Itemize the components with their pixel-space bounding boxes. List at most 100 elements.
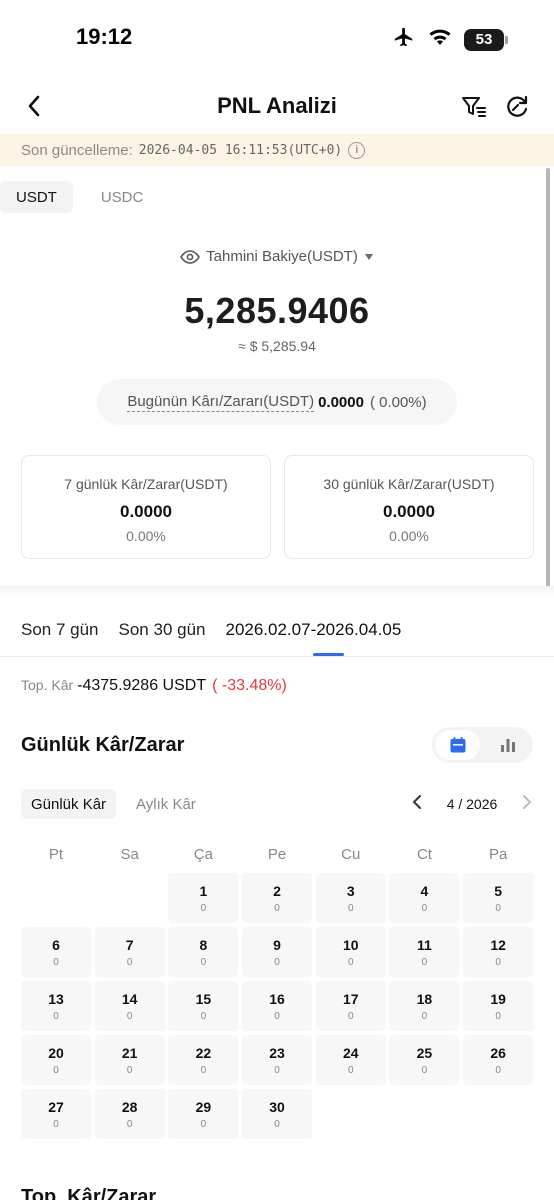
stat-pct: 0.00% — [126, 528, 166, 544]
chevron-left-icon — [412, 795, 421, 809]
day-number: 6 — [52, 937, 60, 953]
calendar-day[interactable]: 30 — [315, 873, 386, 923]
airplane-icon — [392, 26, 416, 53]
calendar-day[interactable]: 19 0 — [463, 981, 534, 1031]
day-number: 2 — [273, 883, 281, 899]
prev-month-button[interactable] — [412, 795, 422, 812]
today-pnl-value: 0.0000 — [318, 393, 364, 411]
total-label: Top. Kâr — [21, 677, 74, 693]
calendar-day[interactable]: 17 0 — [315, 981, 386, 1031]
today-pnl-label[interactable]: Bugünün Kârı/Zararı(USDT) — [127, 393, 315, 412]
calendar-day[interactable]: 60 — [21, 927, 91, 977]
calendar-view-button[interactable] — [435, 730, 480, 760]
calendar-day[interactable]: 90 — [242, 927, 313, 977]
chevron-right-icon — [522, 795, 532, 809]
day-pnl: 0 — [495, 1065, 501, 1076]
day-pnl: 0 — [347, 903, 354, 914]
calendar-day[interactable]: 40 — [389, 873, 460, 923]
daily-pnl-title: Günlük Kâr/Zarar — [21, 734, 185, 756]
tab-custom-range[interactable]: 2026.02.07-2026.04.05 — [225, 620, 401, 640]
calendar-day[interactable]: 80 — [168, 927, 239, 977]
day-pnl: 0 — [274, 1119, 280, 1130]
stat-value: 0.0000 — [120, 502, 172, 521]
weekday-label: Pe — [267, 846, 287, 863]
calendar-day[interactable]: 29 0 — [168, 1089, 239, 1139]
calendar-day[interactable]: 25 0 — [389, 1035, 460, 1085]
calendar-day[interactable]: 28 0 — [94, 1089, 165, 1139]
calendar-day[interactable]: 14 0 — [94, 981, 165, 1031]
calendar-day[interactable]: 26 0 — [463, 1035, 534, 1085]
day-number: 19 — [490, 991, 506, 1007]
calendar-day[interactable]: 10 — [168, 873, 239, 923]
day-number: 24 — [342, 1045, 359, 1061]
day-number: 30 — [269, 1099, 285, 1115]
calendar-day[interactable]: 10 0 — [315, 927, 386, 977]
filter-icon — [462, 97, 486, 117]
tab-last-7-days[interactable]: Son 7 gün — [21, 620, 99, 640]
status-time: 19:12 — [76, 24, 133, 49]
day-pnl: 0 — [200, 1065, 207, 1076]
calendar-day[interactable]: 23 0 — [242, 1035, 313, 1085]
day-pnl: 0 — [347, 1065, 354, 1076]
calendar-day[interactable]: 24 0 — [315, 1035, 386, 1085]
status-icons: 53 — [392, 26, 508, 53]
balance-label: Tahmini Bakiye(USDT) — [206, 248, 358, 265]
filter-button[interactable] — [460, 93, 488, 121]
wifi-icon — [428, 27, 452, 52]
day-pnl: 0 — [126, 1119, 133, 1130]
day-number: 16 — [269, 991, 285, 1007]
view-toggle — [432, 727, 533, 763]
day-pnl: 0 — [53, 1119, 59, 1130]
day-number: 3 — [346, 883, 355, 899]
day-pnl: 0 — [126, 1011, 133, 1022]
day-number: 25 — [416, 1045, 433, 1061]
calendar-day[interactable]: 50 — [463, 873, 534, 923]
chart-view-button[interactable] — [485, 730, 530, 760]
day-number: 11 — [417, 937, 432, 953]
day-number: 7 — [125, 937, 134, 953]
calendar-day[interactable]: 15 0 — [168, 981, 239, 1031]
weekday-label: Ça — [193, 846, 213, 863]
calendar-day[interactable]: 22 0 — [168, 1035, 239, 1085]
month-label: 4 / 2026 — [446, 795, 498, 812]
calendar-day[interactable]: 30 0 — [242, 1089, 313, 1139]
scrollbar[interactable] — [546, 168, 550, 588]
balance-label-row[interactable]: Tahmini Bakiye(USDT) — [0, 248, 554, 265]
battery-indicator: 53 — [464, 28, 508, 51]
calendar-day[interactable]: 27 0 — [21, 1089, 91, 1139]
tab-usdt[interactable]: USDT — [0, 181, 73, 213]
day-pnl: 0 — [126, 1065, 133, 1076]
calendar-day[interactable]: 13 0 — [21, 981, 91, 1031]
currency-tabs: USDT USDC — [0, 181, 159, 213]
nav-bar: PNL Analizi — [0, 80, 554, 134]
weekday-label: Pa — [488, 846, 508, 863]
calendar-day[interactable]: 18 0 — [389, 981, 460, 1031]
info-icon[interactable]: i — [348, 141, 366, 159]
tab-last-30-days[interactable]: Son 30 gün — [119, 620, 206, 640]
tab-monthly-profit[interactable]: Aylık Kâr — [126, 789, 206, 819]
calendar-day[interactable]: 11 0 — [389, 927, 460, 977]
day-number: 23 — [269, 1045, 285, 1061]
calendar-day[interactable]: 12 0 — [463, 927, 534, 977]
calendar-icon — [450, 737, 465, 753]
bar-chart-icon — [500, 739, 515, 752]
refresh-button[interactable] — [503, 93, 531, 121]
calendar-day[interactable]: 20 — [242, 873, 313, 923]
weekday-label: Ct — [416, 846, 432, 863]
calendar-day[interactable]: 16 0 — [242, 981, 313, 1031]
day-pnl: 0 — [495, 1011, 501, 1022]
today-pnl: Bugünün Kârı/Zararı(USDT) 0.0000 ( 0.00%… — [97, 379, 457, 425]
stat-title: 30 günlük Kâr/Zarar(USDT) — [323, 476, 495, 492]
next-month-button[interactable] — [522, 795, 532, 812]
calendar-day[interactable]: 21 0 — [94, 1035, 165, 1085]
day-pnl: 0 — [200, 1119, 207, 1130]
tab-usdc[interactable]: USDC — [85, 181, 160, 213]
tab-daily-profit[interactable]: Günlük Kâr — [21, 789, 117, 819]
calendar-day[interactable]: 20 0 — [21, 1035, 91, 1085]
day-number: 4 — [420, 883, 429, 899]
calendar-day[interactable]: 70 — [94, 927, 165, 977]
update-timestamp: 2026-04-05 16:11:53(UTC+0) — [138, 142, 343, 158]
total-profit: Top. Kâr -4375.9286 USDT ( -33.48%) — [21, 677, 287, 695]
section-divider — [0, 586, 554, 598]
day-pnl: 0 — [274, 1065, 280, 1076]
